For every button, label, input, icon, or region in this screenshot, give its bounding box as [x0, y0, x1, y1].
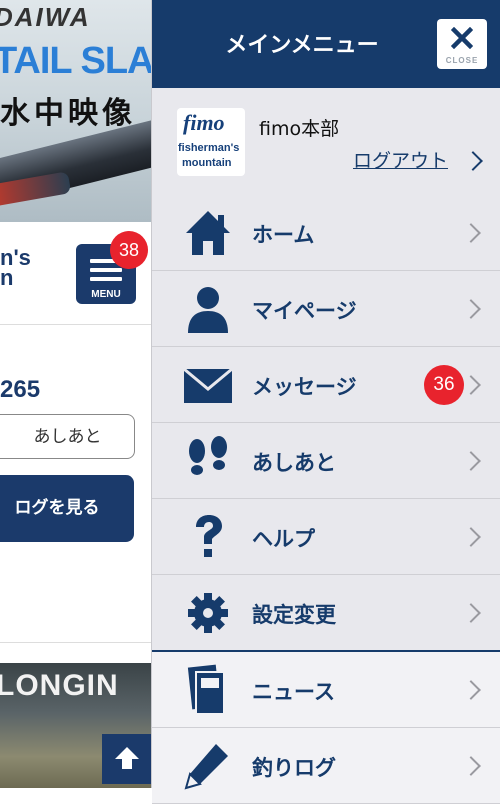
scroll-top-button[interactable]: [102, 734, 152, 784]
view-log-button[interactable]: ログを見る: [0, 475, 134, 542]
menu-item-label: 釣りログ: [252, 756, 336, 780]
ad-banner-top[interactable]: DAIWA TAIL SLAP 水中映像: [0, 0, 152, 222]
chevron-right-icon: [463, 151, 483, 171]
banner-brand: DAIWA: [0, 2, 91, 32]
newspaper-icon: [187, 664, 225, 715]
menu-notification-badge: 38: [110, 231, 148, 269]
chevron-right-icon: [461, 603, 481, 623]
chevron-right-icon: [461, 756, 481, 776]
question-icon: [196, 515, 222, 557]
close-label: CLOSE: [445, 56, 479, 65]
ashiato-button[interactable]: あしあと: [0, 414, 135, 459]
envelope-icon: [183, 367, 233, 403]
chevron-right-icon: [461, 527, 481, 547]
gear-icon: [188, 593, 228, 633]
menu-item-label: ホーム: [252, 223, 315, 247]
footprints-icon: [189, 436, 227, 475]
menu-item-label: ニュース: [252, 680, 335, 704]
banner2-title: LONGIN: [0, 669, 119, 702]
message-count-badge: 36: [424, 365, 464, 405]
close-icon: [451, 27, 473, 49]
avatar: fimo fisherman's mountain: [177, 108, 245, 176]
avatar-logo-text: mountain: [182, 157, 232, 169]
menu-button-label: MENU: [91, 289, 121, 300]
menu-item-messages[interactable]: メッセージ 36: [152, 347, 500, 423]
main-menu-drawer: メインメニュー CLOSE fimo fisherman's mountain …: [151, 0, 500, 804]
chevron-right-icon: [461, 223, 481, 243]
drawer-header: メインメニュー CLOSE: [152, 0, 500, 88]
menu-item-label: ヘルプ: [252, 527, 315, 551]
person-icon: [188, 287, 228, 333]
menu-item-ashiato[interactable]: あしあと: [152, 423, 500, 499]
avatar-logo-text: fimo: [183, 110, 225, 135]
menu-item-label: メッセージ: [252, 375, 357, 399]
menu-item-label: あしあと: [252, 451, 336, 475]
menu-item-news[interactable]: ニュース: [152, 652, 500, 728]
menu-list: ホーム マイページ メッセージ 36 あしあと ヘルプ 設定変更 ニュース 釣り…: [152, 195, 500, 804]
user-name: fimo本部: [259, 118, 340, 140]
close-button[interactable]: CLOSE: [437, 19, 487, 69]
chevron-right-icon: [461, 375, 481, 395]
user-section: fimo fisherman's mountain fimo本部 ログアウト: [152, 88, 500, 196]
drawer-title: メインメニュー: [225, 33, 379, 58]
home-icon: [186, 211, 230, 255]
menu-item-label: 設定変更: [252, 603, 336, 627]
menu-item-home[interactable]: ホーム: [152, 195, 500, 271]
banner-subtitle: 水中映像: [0, 96, 136, 131]
banner-title: TAIL SLAP: [0, 40, 152, 82]
pencil-icon: [184, 744, 228, 790]
chevron-right-icon: [461, 451, 481, 471]
menu-item-fishing-log[interactable]: 釣りログ: [152, 728, 500, 804]
chevron-right-icon: [461, 680, 481, 700]
site-logo[interactable]: n's n: [0, 247, 31, 289]
background-page: DAIWA TAIL SLAP 水中映像 n'sn 265 あしあと ログを見る…: [0, 0, 152, 788]
menu-item-help[interactable]: ヘルプ: [152, 499, 500, 575]
count-value: 265: [0, 376, 41, 403]
menu-item-mypage[interactable]: マイページ: [152, 271, 500, 347]
divider: [0, 642, 152, 643]
chevron-right-icon: [461, 299, 481, 319]
menu-item-settings[interactable]: 設定変更: [152, 575, 500, 652]
arrow-up-icon: [115, 747, 139, 769]
menu-item-label: マイページ: [252, 299, 357, 323]
logout-link[interactable]: ログアウト: [353, 146, 448, 173]
avatar-logo-text: fisherman's: [178, 142, 240, 154]
